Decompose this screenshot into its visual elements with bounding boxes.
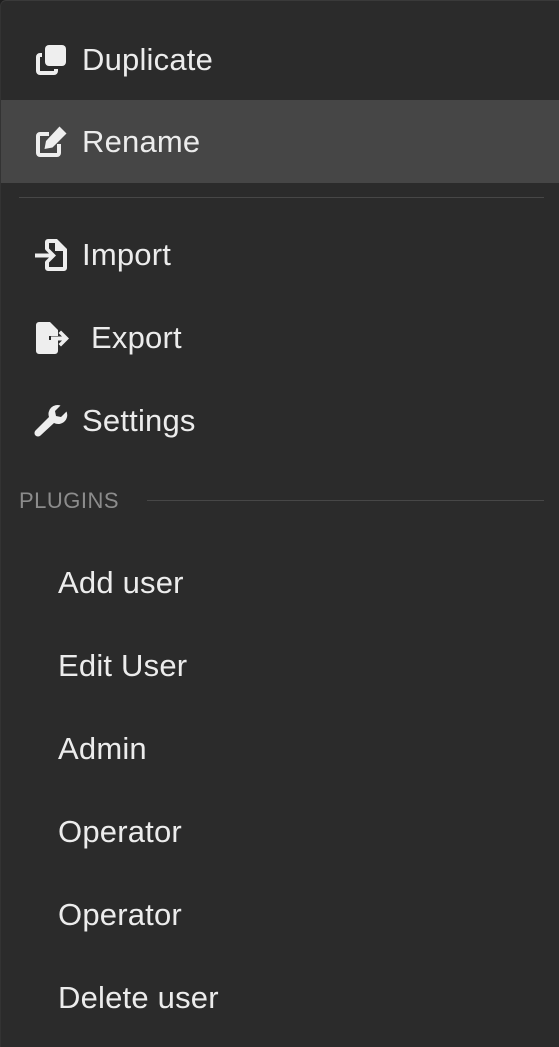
menu-item-settings[interactable]: Settings <box>1 379 559 462</box>
plugin-item-label: Delete user <box>58 979 219 1015</box>
plugin-item-admin[interactable]: Admin <box>1 707 559 790</box>
section-divider <box>147 500 544 501</box>
menu-item-rename[interactable]: Rename <box>1 100 559 183</box>
menu-divider <box>19 197 544 198</box>
menu-item-duplicate[interactable]: Duplicate <box>1 18 559 101</box>
wrench-icon <box>33 403 69 439</box>
section-title: PLUGINS <box>19 488 120 513</box>
plugin-item-edit-user[interactable]: Edit User <box>1 624 559 707</box>
context-menu: Duplicate Rename Import Export Settings … <box>0 0 559 1047</box>
duplicate-icon <box>33 42 69 78</box>
menu-item-import[interactable]: Import <box>1 213 559 296</box>
plugin-item-label: Edit User <box>58 647 188 683</box>
menu-item-label: Rename <box>82 123 201 159</box>
menu-item-label: Import <box>82 236 172 272</box>
menu-item-label: Settings <box>82 402 196 438</box>
plugin-item-label: Add user <box>58 564 184 600</box>
menu-item-label: Export <box>91 319 182 355</box>
file-export-icon <box>33 320 69 356</box>
menu-item-export[interactable]: Export <box>1 296 559 379</box>
plugin-item-operator-2[interactable]: Operator <box>1 873 559 956</box>
file-import-icon <box>33 237 69 273</box>
plugin-item-add-user[interactable]: Add user <box>1 541 559 624</box>
plugin-item-label: Admin <box>58 730 147 766</box>
edit-icon <box>33 124 69 160</box>
plugin-item-delete-user[interactable]: Delete user <box>1 956 559 1039</box>
plugin-item-label: Operator <box>58 896 182 932</box>
plugin-item-operator[interactable]: Operator <box>1 790 559 873</box>
plugins-section-header: PLUGINS <box>19 481 544 521</box>
plugin-item-label: Operator <box>58 813 182 849</box>
menu-item-label: Duplicate <box>82 41 214 77</box>
